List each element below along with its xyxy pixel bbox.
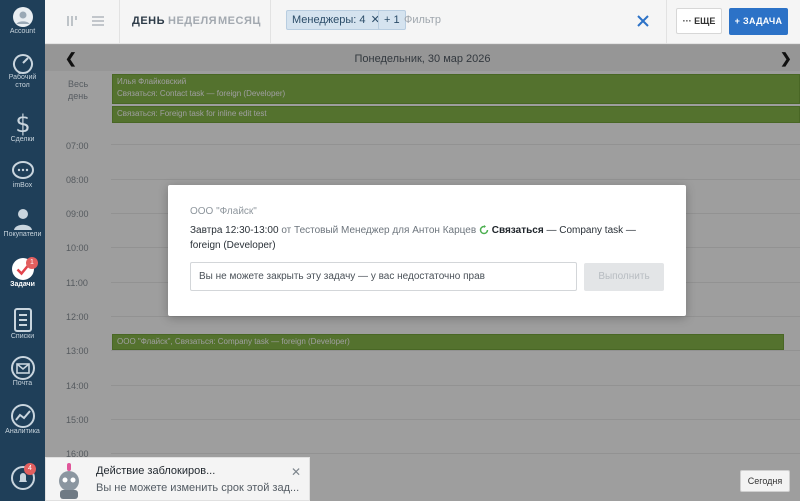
- desktop-icon: [12, 54, 33, 74]
- tasks-badge: 1: [26, 257, 38, 269]
- filter-more-label: + 1: [384, 14, 400, 26]
- lists-icon: [13, 308, 32, 332]
- sidebar-item-label: Покупатели: [3, 231, 42, 238]
- sidebar-item-account[interactable]: Account: [0, 6, 45, 36]
- sidebar-item-label: Account: [9, 28, 36, 35]
- more-label: ЕЩЕ: [694, 16, 716, 26]
- more-button[interactable]: ··· ЕЩЕ: [676, 8, 722, 34]
- blocked-action-notification: Действие заблокиров... Вы не можете изме…: [45, 457, 310, 501]
- result-input[interactable]: Вы не можете закрыть эту задачу — у вас …: [190, 262, 577, 291]
- sidebar-item-label: Почта: [12, 380, 33, 387]
- menu-icon[interactable]: [91, 14, 105, 28]
- task-company[interactable]: ООО "Флайск": [190, 206, 257, 217]
- account-icon: [12, 7, 33, 27]
- toolbar: ДЕНЬ НЕДЕЛЯ МЕСЯЦ Менеджеры: 4 ✕ + 1 Фил…: [45, 0, 800, 44]
- task-modal: ООО "Флайск" Завтра 12:30-13:00 от Тесто…: [168, 185, 686, 316]
- filter-chip-managers[interactable]: Менеджеры: 4 ✕: [286, 10, 386, 30]
- robot-icon: [59, 463, 79, 499]
- sidebar-item-analytics[interactable]: Аналитика: [0, 404, 45, 436]
- collapse-icon[interactable]: [66, 14, 80, 28]
- chat-icon: [11, 161, 34, 179]
- mail-icon: [10, 356, 35, 380]
- task-from-to: от Тестовый Менеджер для Антон Карцев: [281, 225, 477, 236]
- sidebar-item-label-2: стол: [15, 82, 30, 89]
- today-button[interactable]: Сегодня: [740, 470, 790, 492]
- tab-month[interactable]: МЕСЯЦ: [218, 15, 261, 27]
- notification-close-icon[interactable]: ✕: [291, 465, 301, 479]
- sidebar-item-label: Задачи: [10, 281, 35, 288]
- customers-icon: [13, 209, 32, 230]
- toolbar-divider: [666, 0, 667, 44]
- toolbar-divider: [119, 0, 120, 44]
- sidebar-item-deals[interactable]: $ Сделки: [0, 110, 45, 144]
- toolbar-divider: [270, 0, 271, 44]
- sidebar-item-mail[interactable]: Почта: [0, 356, 45, 388]
- sidebar-item-tasks[interactable]: 1 Задачи: [0, 257, 45, 289]
- complete-button[interactable]: Выполнить: [584, 263, 664, 291]
- task-time[interactable]: Завтра 12:30-13:00: [190, 225, 279, 236]
- svg-text:$: $: [15, 110, 30, 136]
- sidebar-item-label: imBox: [12, 182, 33, 189]
- sidebar-item-label: Списки: [10, 333, 35, 340]
- sidebar-item-label: Рабочий: [8, 74, 37, 81]
- notification-text: Вы не можете изменить срок этой зад...: [96, 482, 300, 494]
- tab-day[interactable]: ДЕНЬ: [132, 15, 165, 27]
- notifications-badge: 4: [24, 463, 36, 475]
- task-action: Связаться: [491, 225, 544, 236]
- sidebar: Account Рабочий стол $ Сделки imBox Поку…: [0, 0, 45, 501]
- sidebar-item-notifications[interactable]: 4: [0, 463, 45, 490]
- filter-chip-more[interactable]: + 1: [378, 10, 406, 30]
- sidebar-item-desktop[interactable]: Рабочий стол: [0, 52, 45, 90]
- dollar-icon: $: [15, 110, 30, 136]
- clear-filter-icon[interactable]: [636, 14, 650, 28]
- analytics-icon: [10, 404, 35, 428]
- filter-input[interactable]: Фильтр: [404, 14, 441, 26]
- filter-chip-label: Менеджеры: 4: [292, 14, 366, 26]
- sidebar-item-lists[interactable]: Списки: [0, 307, 45, 341]
- more-dots-icon: ···: [682, 16, 692, 26]
- sync-icon: [479, 225, 489, 235]
- add-task-button[interactable]: + ЗАДАЧА: [729, 8, 788, 35]
- sidebar-item-imbox[interactable]: imBox: [0, 160, 45, 190]
- task-details: Завтра 12:30-13:00 от Тестовый Менеджер …: [190, 223, 660, 253]
- sidebar-item-label: Сделки: [10, 136, 35, 143]
- sidebar-item-label: Аналитика: [5, 428, 40, 435]
- tab-week[interactable]: НЕДЕЛЯ: [168, 15, 217, 27]
- sidebar-item-customers[interactable]: Покупатели: [0, 207, 45, 239]
- notification-title: Действие заблокиров...: [96, 465, 216, 477]
